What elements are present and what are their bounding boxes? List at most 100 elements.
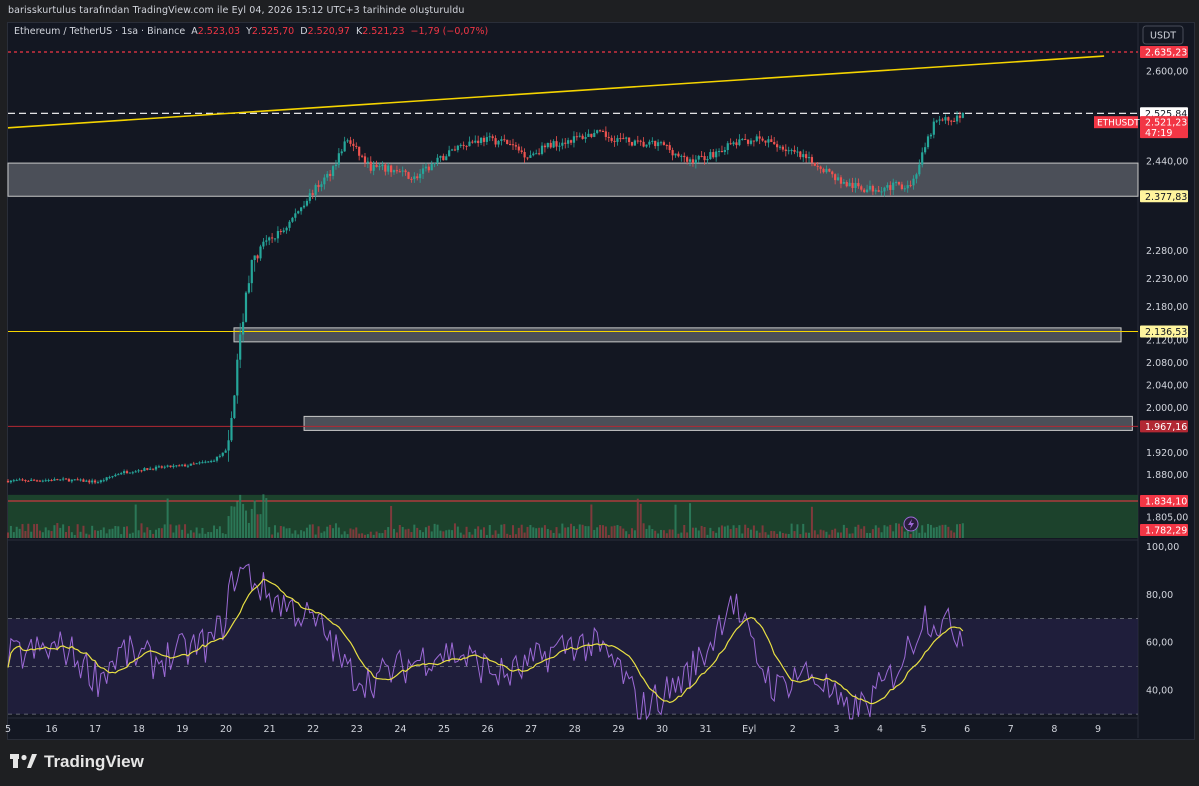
volume-bar (134, 504, 137, 538)
volume-bar (62, 524, 65, 538)
candle-body (372, 164, 375, 171)
candle-body (146, 468, 149, 470)
candle-body (288, 221, 291, 228)
volume-bar (871, 529, 874, 538)
candle-body (717, 150, 721, 152)
candle-body (561, 142, 564, 146)
volume-bar (689, 503, 692, 538)
candle-body (323, 177, 326, 185)
rsi-axis-tick: 100,00 (1146, 542, 1179, 553)
price-axis-tick: 1.805,00 (1146, 512, 1188, 523)
candle-body (9, 480, 13, 483)
volume-bar (363, 534, 366, 538)
volume-bar (500, 524, 503, 538)
candle-body (439, 155, 442, 158)
volume-bar (143, 532, 146, 538)
volume-bar (572, 526, 575, 538)
price-axis-tick: 2.180,00 (1146, 302, 1188, 313)
time-axis-tick: 30 (656, 724, 668, 735)
volume-bar (564, 527, 567, 538)
candle-body (639, 140, 642, 142)
candle-body (114, 474, 117, 477)
volume-bar (137, 530, 140, 538)
volume-bar (198, 533, 201, 538)
time-axis-tick: 19 (176, 724, 188, 735)
candle-body (744, 138, 747, 140)
price-axis-tick: 2.280,00 (1146, 246, 1188, 257)
volume-bar (767, 534, 770, 538)
volume-bar (616, 525, 619, 538)
volume-bar (38, 530, 41, 538)
candle-body (369, 161, 372, 171)
volume-bar (204, 533, 207, 538)
volume-bar (332, 528, 335, 538)
volume-bar (491, 534, 494, 538)
volume-bar (892, 531, 895, 538)
candle-body (302, 205, 306, 208)
candle-body (276, 231, 280, 239)
volume-bar (445, 530, 448, 538)
support-zone-0 (7, 162, 1139, 197)
volume-bar (590, 504, 593, 538)
price-label: 1.782,29 (1145, 526, 1187, 537)
volume-bar (790, 523, 793, 538)
volume-bar (793, 531, 796, 538)
volume-bar (184, 524, 187, 538)
candle-body (317, 185, 320, 187)
candle-body (53, 479, 56, 481)
candle-body (198, 462, 201, 464)
candle-body (773, 142, 776, 145)
candle-body (567, 140, 570, 144)
volume-bar (514, 534, 517, 538)
candle-body (491, 136, 494, 139)
candle-body (683, 155, 686, 158)
volume-bar (329, 524, 332, 538)
candle-body (819, 166, 822, 169)
chart-canvas[interactable]: 2.600,002.440,002.380,002.280,002.230,00… (0, 0, 1199, 786)
time-axis-tick: 28 (569, 724, 581, 735)
candle-body (186, 465, 190, 467)
volume-bar (477, 526, 480, 538)
volume-bar (186, 533, 189, 538)
candle-body (160, 466, 163, 468)
candle-body (334, 164, 338, 167)
candle-body (18, 479, 21, 481)
volume-bar (845, 527, 848, 538)
volume-bar (175, 525, 178, 538)
candle-body (508, 144, 512, 146)
candle-body (778, 146, 782, 148)
volume-bar (279, 525, 282, 538)
volume-bar (178, 524, 181, 538)
rsi-axis-tick: 40,00 (1146, 685, 1173, 696)
volume-bar (288, 528, 291, 538)
volume-bar (30, 531, 33, 538)
candle-body (346, 140, 349, 142)
time-axis-tick: 3 (833, 724, 839, 735)
volume-bar (213, 525, 216, 538)
volume-bar (874, 525, 877, 538)
candle-body (477, 140, 480, 144)
candle-body (915, 174, 918, 179)
volume-bar (744, 524, 747, 538)
volume-bar (604, 526, 607, 538)
candle-body (250, 260, 253, 284)
price-axis-tick: 2.080,00 (1146, 358, 1188, 369)
candle-body (387, 165, 390, 172)
volume-bar (834, 528, 837, 538)
volume-bar (552, 532, 555, 538)
time-axis-tick: 27 (525, 724, 537, 735)
volume-bar (953, 532, 956, 538)
volume-bar (192, 532, 195, 538)
candle-body (88, 480, 91, 483)
volume-bar (581, 524, 584, 538)
volume-bar (709, 527, 712, 538)
candle-body (271, 237, 274, 239)
volume-bar (201, 527, 204, 538)
volume-bar (250, 508, 253, 538)
volume-bar (88, 534, 91, 538)
candle-body (851, 182, 854, 188)
candle-body (836, 177, 840, 181)
volume-bar (822, 530, 825, 538)
volume-bar (274, 525, 277, 538)
candle-body (529, 155, 532, 158)
